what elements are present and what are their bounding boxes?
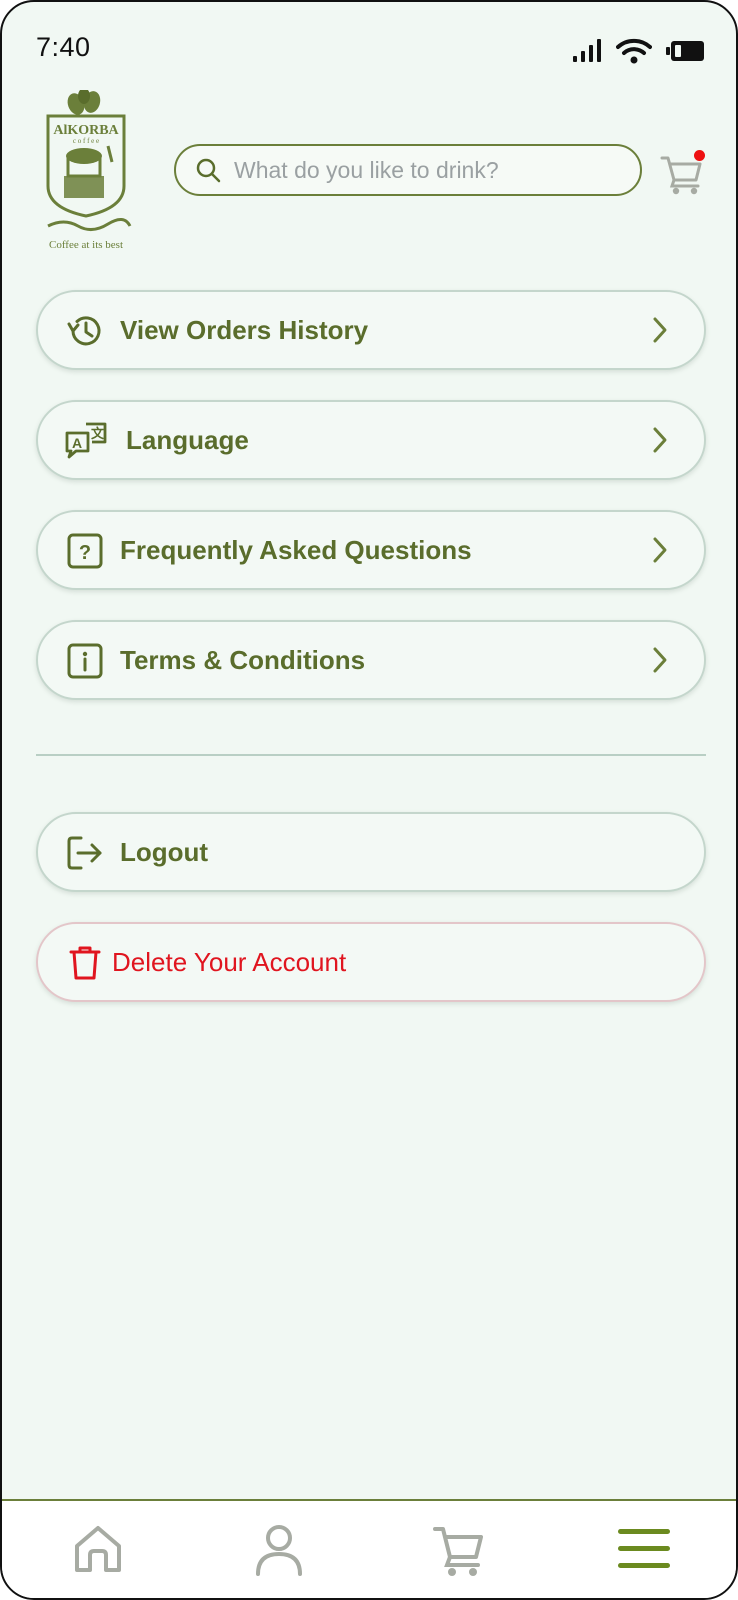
wifi-icon [616,38,652,69]
nav-home-icon[interactable] [68,1519,128,1579]
info-icon [66,642,104,680]
delete-account-button[interactable]: Delete Your Account [36,922,706,1002]
chevron-right-icon [646,426,674,454]
bottom-nav [2,1499,736,1598]
menu-item-terms[interactable]: Terms & Conditions [36,620,706,700]
svg-text:文: 文 [91,426,105,441]
nav-menu-hamburger-icon[interactable] [614,1519,674,1579]
svg-text:?: ? [79,542,91,564]
menu-item-faq[interactable]: ? Frequently Asked Questions [36,510,706,590]
status-time: 7:40 [36,32,91,62]
delete-account-label: Delete Your Account [112,947,347,977]
chevron-right-icon [646,646,674,674]
chevron-right-icon [646,316,674,344]
menu-item-label: View Orders History [120,315,369,345]
svg-text:AlKORBA: AlKORBA [53,123,119,138]
logout-icon [66,834,104,872]
svg-text:c o f f e e: c o f f e e [73,137,99,145]
menu-item-label: Frequently Asked Questions [120,535,472,565]
section-divider [36,754,706,756]
search-bar[interactable]: What do you like to drink? [174,144,642,196]
nav-cart-icon[interactable] [430,1519,490,1579]
cart-badge [694,150,705,161]
menu-item-language[interactable]: A 文 Language [36,400,706,480]
status-bar: 7:40 [2,2,736,92]
signal-icon [572,39,602,68]
logout-label: Logout [120,837,209,867]
trash-icon [66,944,104,982]
svg-text:A: A [72,435,82,451]
menu-item-label: Terms & Conditions [120,645,366,675]
svg-text:Coffee at its best: Coffee at its best [49,239,123,251]
search-input[interactable]: What do you like to drink? [234,157,499,184]
question-icon: ? [66,532,104,570]
history-icon [66,312,104,350]
logout-button[interactable]: Logout [36,812,706,892]
menu-item-orders-history[interactable]: View Orders History [36,290,706,370]
menu-item-label: Language [126,425,249,455]
battery-icon [666,40,706,67]
nav-profile-icon[interactable] [249,1519,309,1579]
status-icons [572,38,706,69]
app-screen: 7:40 AlKORBA c o f f e e Coffee at its b… [0,0,738,1600]
brand-logo: AlKORBA c o f f e e Coffee at its best [34,88,140,254]
search-icon [194,156,222,184]
chevron-right-icon [646,536,674,564]
translate-icon: A 文 [64,422,108,460]
